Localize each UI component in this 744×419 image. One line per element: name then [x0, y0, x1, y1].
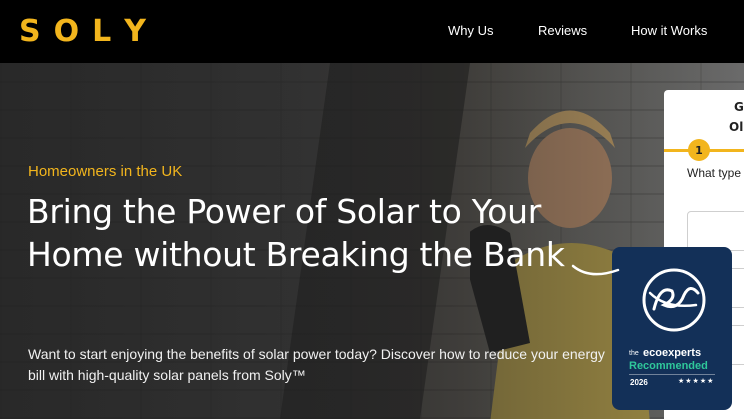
ecoexperts-recommended-badge: the ecoexperts Recommended 2026 ★★★★★ — [612, 247, 732, 410]
ecoexperts-logo-icon — [642, 268, 706, 332]
badge-stars: ★★★★★ — [678, 377, 715, 385]
nav-why-us[interactable]: Why Us — [448, 23, 494, 38]
nav-how-it-works[interactable]: How it Works — [631, 23, 707, 38]
badge-brand-text: ecoexperts — [643, 347, 702, 359]
form-question: What type — [687, 166, 742, 180]
badge-divider — [629, 374, 715, 375]
badge-year: 2026 — [630, 378, 648, 387]
logo-letter-y: Y — [124, 13, 146, 49]
hero-eyebrow: Homeowners in the UK — [28, 163, 183, 180]
soly-logo[interactable]: S O L Y — [19, 13, 146, 49]
top-navigation-bar: S O L Y Why Us Reviews How it Works — [0, 0, 744, 63]
hero-subcopy: Want to start enjoying the benefits of s… — [28, 346, 605, 383]
logo-letter-s: S — [19, 13, 41, 49]
hero-section: Homeowners in the UK Bring the Power of … — [0, 63, 744, 419]
form-option-1[interactable] — [687, 211, 744, 251]
badge-recommended-text: Recommended — [629, 360, 708, 372]
logo-letter-l: L — [92, 13, 112, 49]
form-title-line-1: G — [734, 100, 744, 114]
hero-decorative-swoosh — [571, 264, 620, 276]
form-title-line-2: Ol — [729, 120, 744, 134]
logo-letter-o: O — [53, 13, 80, 49]
hero-headline: Bring the Power of Solar to Your Home wi… — [27, 192, 565, 274]
form-step-indicator: 1 — [688, 139, 710, 161]
badge-the-text: the — [629, 350, 639, 357]
nav-reviews[interactable]: Reviews — [538, 23, 587, 38]
